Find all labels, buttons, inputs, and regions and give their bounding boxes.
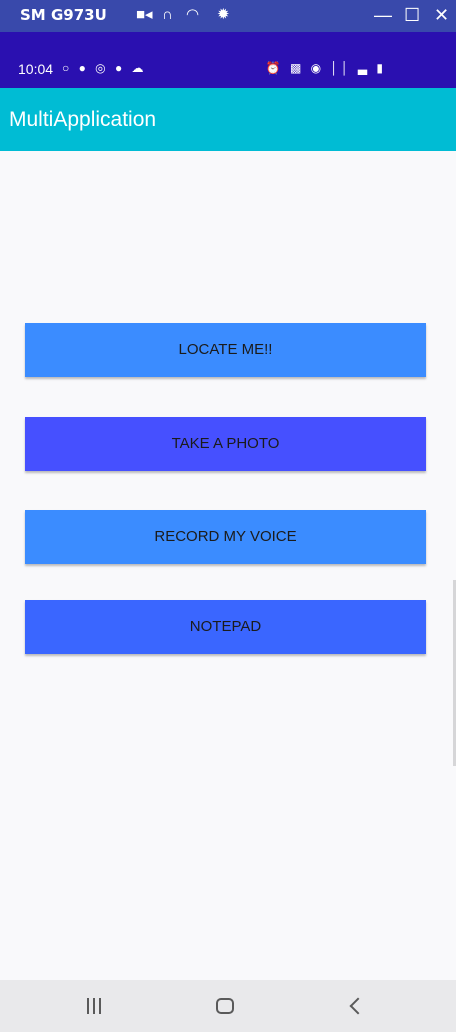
close-button[interactable]: ✕ [434, 4, 449, 26]
notepad-button[interactable]: NOTEPAD [25, 600, 426, 654]
app-title: MultiApplication [9, 108, 157, 131]
recent-apps-icon[interactable] [74, 992, 114, 1020]
status-bar: 10:04 ○ ● ◎ ● ☁ ⏰ ▩ ◉ ││ ▃ ▮ [0, 32, 456, 88]
wifi-icon[interactable]: ◠ [186, 6, 199, 24]
maximize-button[interactable]: ☐ [404, 4, 420, 26]
navigation-bar [0, 980, 456, 1032]
record-voice-button[interactable]: RECORD MY VOICE [25, 510, 426, 564]
camera-icon[interactable]: ■◂ [136, 6, 153, 24]
settings-icon[interactable]: ✹ [217, 6, 230, 24]
home-icon[interactable] [205, 992, 245, 1020]
back-icon[interactable] [336, 992, 376, 1020]
window-title-bar: SM G973U ■◂ ∩ ◠ ✹ — ☐ ✕ [0, 0, 456, 32]
take-photo-button[interactable]: TAKE A PHOTO [25, 417, 426, 471]
notification-icons: ○ ● ◎ ● ☁ [62, 61, 147, 75]
headphones-icon[interactable]: ∩ [162, 6, 173, 24]
app-bar: MultiApplication [0, 88, 456, 151]
system-status-icons: ⏰ ▩ ◉ ││ ▃ ▮ [265, 61, 386, 75]
minimize-button[interactable]: — [374, 4, 392, 26]
window-title: SM G973U [20, 6, 107, 24]
locate-me-button[interactable]: LOCATE ME!! [25, 323, 426, 377]
status-time: 10:04 [18, 61, 54, 77]
